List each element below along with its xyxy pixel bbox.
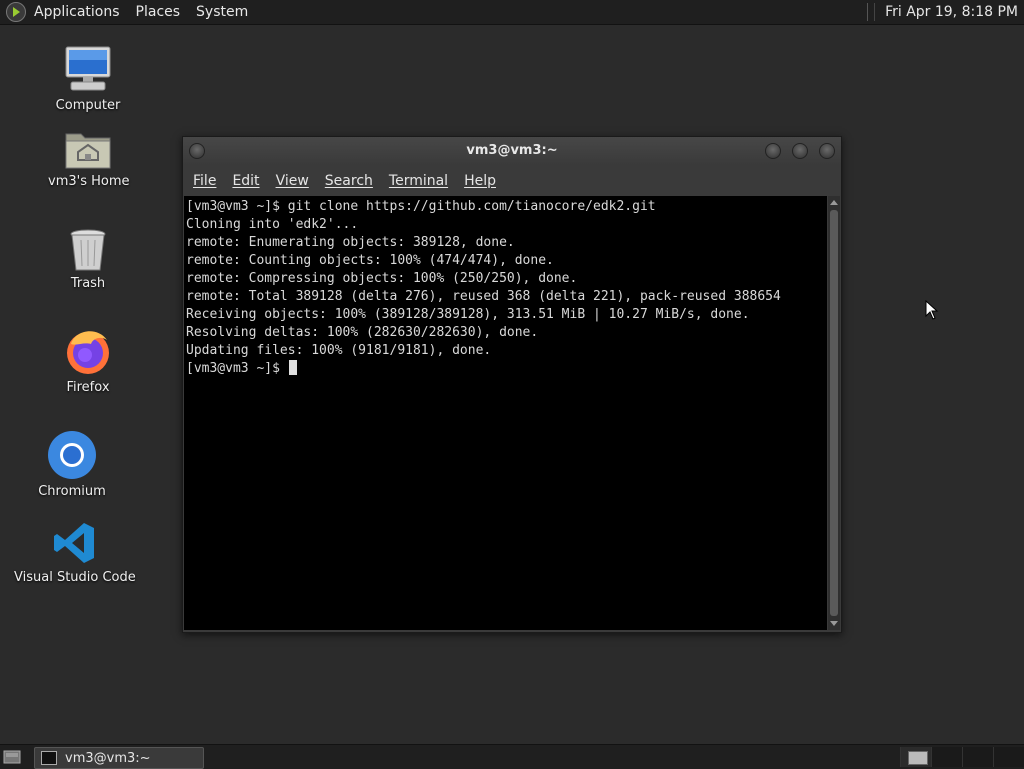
system-menu[interactable]: System: [188, 0, 256, 24]
vscode-icon: [54, 523, 94, 563]
text-cursor: [288, 360, 297, 375]
computer-icon: [65, 46, 111, 91]
terminal-line: remote: Enumerating objects: 389128, don…: [186, 235, 515, 250]
applications-logo-icon[interactable]: [6, 2, 26, 22]
desktop-icon-computer[interactable]: Computer: [52, 44, 124, 113]
workspace-1[interactable]: [900, 747, 931, 767]
desktop-icon-chromium[interactable]: Chromium: [38, 430, 106, 499]
menu-file[interactable]: File: [183, 173, 224, 189]
menu-help[interactable]: Help: [456, 173, 504, 189]
top-panel: Applications Places System Fri Apr 19, 8…: [0, 0, 1024, 25]
terminal-line: Resolving deltas: 100% (282630/282630), …: [186, 325, 539, 340]
workspace-3[interactable]: [962, 747, 993, 767]
desktop-icon-label: Chromium: [38, 484, 106, 499]
show-desktop-icon[interactable]: [2, 748, 22, 766]
menu-terminal[interactable]: Terminal: [381, 173, 456, 189]
home-folder-icon: [65, 133, 111, 169]
places-menu[interactable]: Places: [128, 0, 189, 24]
terminal-prompt: [vm3@vm3 ~]$: [186, 361, 288, 376]
desktop-icon-label: vm3's Home: [48, 174, 130, 189]
terminal-line: [vm3@vm3 ~]$ git clone https://github.co…: [186, 199, 656, 214]
desktop-icon-label: Computer: [55, 98, 121, 113]
menu-search[interactable]: Search: [317, 173, 381, 189]
desktop-icon-label: Visual Studio Code: [14, 570, 136, 585]
scroll-down-arrow-icon[interactable]: [830, 621, 838, 626]
mouse-pointer-icon: [925, 300, 939, 320]
taskbar-button-label: vm3@vm3:~: [65, 750, 151, 766]
desktop-icon-firefox[interactable]: Firefox: [56, 326, 120, 395]
scrollbar-thumb[interactable]: [830, 210, 838, 616]
terminal-menubar: File Edit View Search Terminal Help: [183, 167, 841, 195]
panel-separator: [867, 3, 876, 21]
desktop-icon-trash[interactable]: Trash: [56, 228, 120, 291]
desktop-icon-label: Trash: [70, 276, 106, 291]
clock-area: Fri Apr 19, 8:18 PM: [867, 0, 1018, 24]
terminal-line: Cloning into 'edk2'...: [186, 217, 359, 232]
close-button[interactable]: [819, 143, 835, 159]
minimize-button[interactable]: [765, 143, 781, 159]
desktop-icon-vscode[interactable]: Visual Studio Code: [14, 520, 136, 585]
desktop-icon-label: Firefox: [66, 380, 110, 395]
terminal-icon: [41, 751, 57, 765]
top-menu: Applications Places System: [0, 0, 256, 24]
terminal-prompt-line[interactable]: [vm3@vm3 ~]$: [186, 360, 827, 378]
bottom-panel: vm3@vm3:~: [0, 744, 1024, 769]
trash-icon: [70, 229, 106, 271]
workspace-window-thumbnail: [908, 751, 928, 765]
firefox-icon: [67, 331, 109, 374]
desktop-icon-home[interactable]: vm3's Home: [48, 128, 130, 189]
workspace-2[interactable]: [931, 747, 962, 767]
menu-edit[interactable]: Edit: [224, 173, 267, 189]
maximize-button[interactable]: [792, 143, 808, 159]
terminal-line: remote: Counting objects: 100% (474/474)…: [186, 253, 554, 268]
terminal-line: Receiving objects: 100% (389128/389128),…: [186, 307, 750, 322]
taskbar-button-terminal[interactable]: vm3@vm3:~: [34, 747, 204, 769]
window-title: vm3@vm3:~: [466, 143, 558, 158]
chromium-icon: [48, 431, 96, 479]
applications-menu[interactable]: Applications: [30, 0, 128, 24]
terminal-window[interactable]: vm3@vm3:~ File Edit View Search Terminal…: [182, 136, 842, 633]
terminal-scrollbar[interactable]: [828, 196, 840, 630]
workspace-switcher: [900, 747, 1024, 767]
scroll-up-arrow-icon[interactable]: [830, 200, 838, 205]
terminal-line: remote: Total 389128 (delta 276), reused…: [186, 289, 781, 304]
workspace-4[interactable]: [993, 747, 1024, 767]
clock[interactable]: Fri Apr 19, 8:18 PM: [885, 4, 1018, 20]
menu-view[interactable]: View: [268, 173, 317, 189]
window-titlebar[interactable]: vm3@vm3:~: [183, 137, 841, 165]
terminal-line: Updating files: 100% (9181/9181), done.: [186, 343, 492, 358]
terminal-line: remote: Compressing objects: 100% (250/2…: [186, 271, 578, 286]
terminal-output[interactable]: [vm3@vm3 ~]$ git clone https://github.co…: [184, 196, 827, 630]
